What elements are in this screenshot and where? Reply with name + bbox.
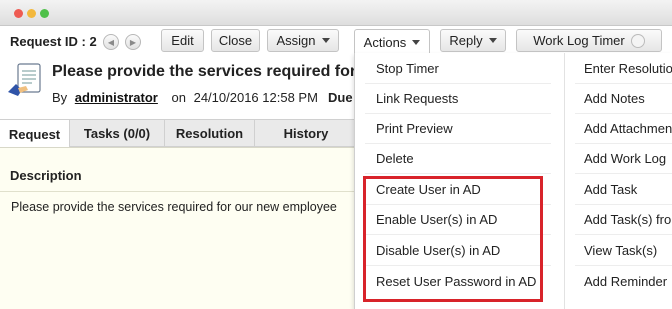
description-header: Description bbox=[0, 148, 360, 192]
tab-request[interactable]: Request bbox=[0, 120, 70, 148]
by-label: By bbox=[52, 90, 68, 105]
menu-item-print-preview[interactable]: Print Preview bbox=[365, 114, 551, 144]
request-tabs: Request Tasks (0/0) Resolution History bbox=[0, 119, 360, 148]
menu-item-stop-timer[interactable]: Stop Timer bbox=[365, 54, 551, 84]
close-window-button[interactable] bbox=[14, 9, 23, 18]
assign-button[interactable]: Assign bbox=[267, 29, 339, 52]
menu-item-enter-resolution[interactable]: Enter Resolution bbox=[575, 54, 672, 84]
next-arrow-icon: ▶ bbox=[129, 37, 137, 47]
tab-resolution[interactable]: Resolution bbox=[165, 120, 255, 147]
request-content-panel: Description Please provide the services … bbox=[0, 147, 360, 309]
zoom-window-button[interactable] bbox=[40, 9, 49, 18]
window-titlebar bbox=[0, 0, 672, 26]
menu-item-view-tasks[interactable]: View Task(s) bbox=[575, 236, 672, 266]
close-button-label: Close bbox=[218, 33, 253, 48]
ad-actions-highlight bbox=[363, 176, 543, 302]
request-meta: By administrator on 24/10/2016 12:58 PM bbox=[52, 90, 322, 105]
work-log-timer-label: Work Log Timer bbox=[533, 33, 625, 48]
actions-button-label: Actions bbox=[363, 34, 407, 50]
request-subject: Please provide the services required for bbox=[52, 63, 357, 80]
on-label: on bbox=[171, 90, 186, 105]
menu-item-add-work-log[interactable]: Add Work Log bbox=[575, 144, 672, 174]
next-request-button[interactable]: ▶ bbox=[125, 34, 141, 50]
request-toolbar: Request ID : 2 ◀ ▶ Edit Close Assign Act… bbox=[0, 26, 672, 56]
created-date: 24/10/2016 12:58 PM bbox=[193, 90, 318, 105]
tab-tasks[interactable]: Tasks (0/0) bbox=[70, 120, 165, 147]
chevron-down-icon bbox=[488, 38, 497, 43]
minimize-window-button[interactable] bbox=[27, 9, 36, 18]
menu-item-add-tasks-from[interactable]: Add Task(s) from bbox=[575, 205, 672, 235]
menu-item-add-attachment[interactable]: Add Attachment bbox=[575, 114, 672, 144]
chevron-down-icon bbox=[412, 39, 421, 45]
due-label: Due bbox=[328, 90, 353, 105]
menu-item-add-task[interactable]: Add Task bbox=[575, 175, 672, 205]
reply-button[interactable]: Reply bbox=[440, 29, 506, 52]
menu-item-add-notes[interactable]: Add Notes bbox=[575, 84, 672, 114]
timer-icon bbox=[630, 33, 645, 48]
chevron-down-icon bbox=[321, 38, 330, 43]
close-request-button[interactable]: Close bbox=[211, 29, 260, 52]
edit-button-label: Edit bbox=[171, 33, 194, 48]
description-text: Please provide the services required for… bbox=[11, 200, 337, 214]
request-document-icon bbox=[8, 63, 41, 96]
edit-button[interactable]: Edit bbox=[161, 29, 204, 52]
menu-item-delete[interactable]: Delete bbox=[365, 144, 551, 174]
previous-request-button[interactable]: ◀ bbox=[103, 34, 119, 50]
menu-item-link-requests[interactable]: Link Requests bbox=[365, 84, 551, 114]
assign-button-label: Assign bbox=[276, 33, 316, 48]
menu-item-add-reminder[interactable]: Add Reminder bbox=[575, 266, 672, 296]
tab-history[interactable]: History bbox=[255, 120, 358, 147]
work-log-timer-button[interactable]: Work Log Timer bbox=[516, 29, 662, 52]
request-id-label: Request ID : 2 bbox=[10, 34, 97, 49]
description-heading: Description bbox=[10, 168, 82, 183]
author-link[interactable]: administrator bbox=[75, 90, 158, 105]
reply-button-label: Reply bbox=[449, 33, 483, 48]
previous-arrow-icon: ◀ bbox=[107, 37, 115, 47]
actions-button[interactable]: Actions bbox=[354, 29, 430, 55]
